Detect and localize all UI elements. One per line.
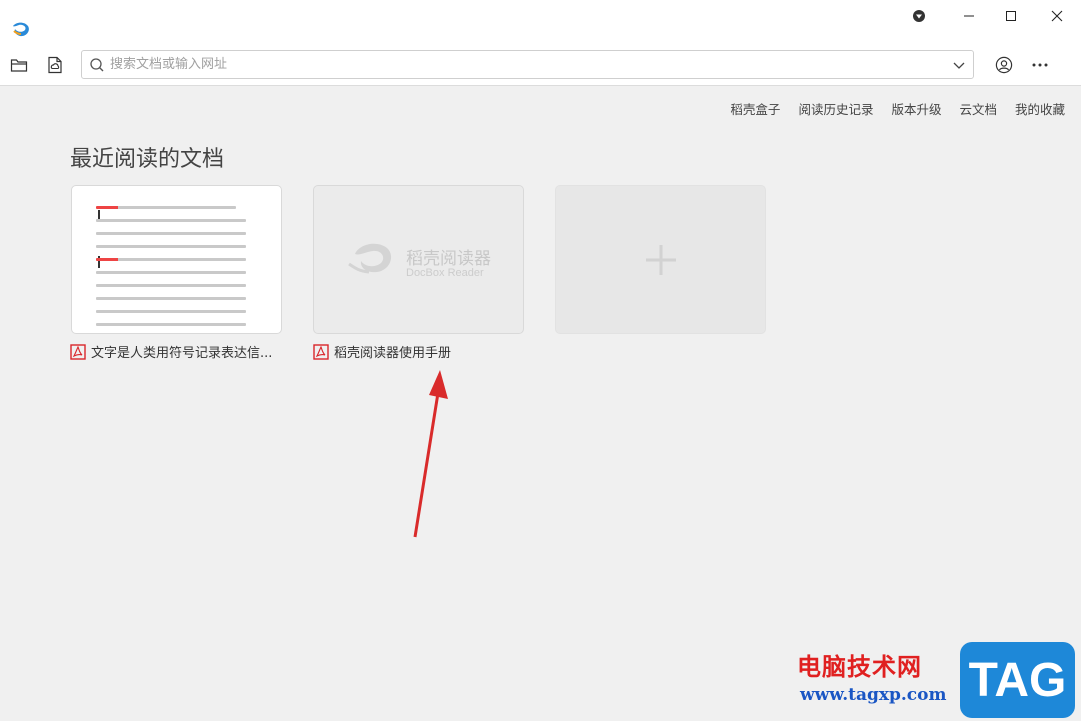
docbox-logo-icon <box>347 238 402 282</box>
annotation-arrow <box>400 365 460 545</box>
doc-card-1[interactable] <box>71 185 282 334</box>
minimize-icon[interactable] <box>946 0 992 32</box>
doc-thumbnail <box>96 206 272 333</box>
link-cloud-docs[interactable]: 云文档 <box>959 99 997 118</box>
doc-card-2[interactable]: 稻壳阅读器 DocBox Reader <box>313 185 524 334</box>
site-watermark: 电脑技术网 www.tagxp.com TAG <box>790 640 1081 721</box>
doc-label-2[interactable]: 稻壳阅读器使用手册 <box>313 342 451 361</box>
title-bar <box>0 0 1081 45</box>
link-daoke-box[interactable]: 稻壳盒子 <box>730 99 780 118</box>
maximize-icon[interactable] <box>988 0 1034 32</box>
link-reading-history[interactable]: 阅读历史记录 <box>798 99 873 118</box>
cloud-doc-icon[interactable] <box>43 53 67 77</box>
doc-name-1: 文字是人类用符号记录表达信... <box>91 346 273 361</box>
watermark-tag-logo: TAG <box>960 642 1075 718</box>
plus-icon <box>644 243 678 277</box>
doc-label-1[interactable]: 文字是人类用符号记录表达信... <box>70 342 286 361</box>
link-my-favorites[interactable]: 我的收藏 <box>1015 99 1065 118</box>
search-input[interactable] <box>110 54 940 75</box>
section-title: 最近阅读的文档 <box>70 147 225 172</box>
chevron-down-icon[interactable] <box>951 57 967 73</box>
toolbar <box>0 45 1081 86</box>
more-icon[interactable] <box>1028 53 1052 77</box>
docbox-logo-text: 稻壳阅读器 <box>406 249 491 269</box>
search-icon <box>89 57 105 73</box>
close-icon[interactable] <box>1034 0 1080 32</box>
search-box[interactable] <box>81 50 974 79</box>
add-document-card[interactable] <box>555 185 766 334</box>
doc-name-2: 稻壳阅读器使用手册 <box>334 346 452 361</box>
top-nav-links: 稻壳盒子 阅读历史记录 版本升级 云文档 我的收藏 <box>712 99 1065 118</box>
watermark-url: www.tagxp.com <box>800 685 947 705</box>
pdf-icon <box>313 343 329 360</box>
dropdown-icon[interactable] <box>896 0 942 32</box>
folder-icon[interactable] <box>7 53 31 77</box>
link-version-upgrade[interactable]: 版本升级 <box>891 99 941 118</box>
user-icon[interactable] <box>992 53 1016 77</box>
watermark-cn-text: 电脑技术网 <box>797 653 922 681</box>
pdf-icon <box>70 343 86 360</box>
docbox-logo-subtext: DocBox Reader <box>406 267 484 279</box>
app-logo-icon <box>10 18 32 40</box>
